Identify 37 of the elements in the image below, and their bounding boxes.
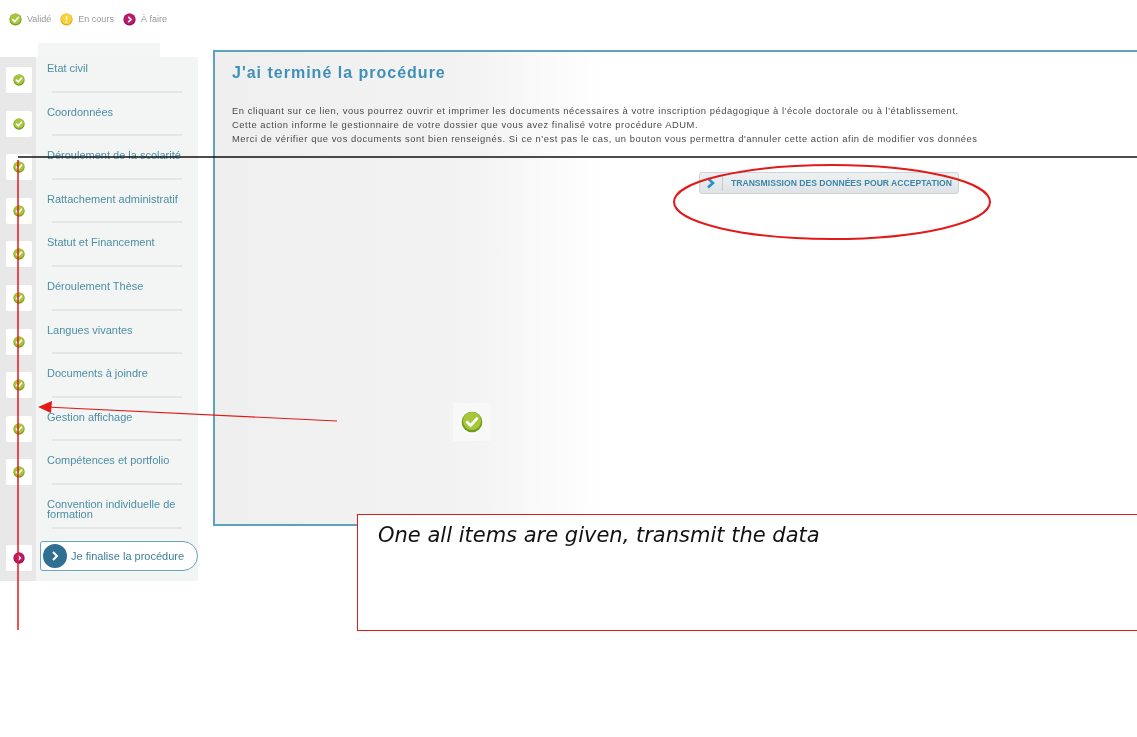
check-icon xyxy=(13,335,25,348)
check-icon xyxy=(13,117,25,130)
step-link[interactable]: Etat civil xyxy=(47,63,198,73)
check-icon xyxy=(13,161,25,174)
check-icon xyxy=(13,379,25,392)
legend-label: À faire xyxy=(140,14,167,24)
chevron-icon xyxy=(49,549,61,562)
check-icon xyxy=(13,291,25,304)
step-link[interactable]: Langues vivantes xyxy=(47,324,198,335)
check-icon xyxy=(13,466,25,479)
check-icon xyxy=(13,74,25,86)
paragraph: Cette action informe le gestionnaire de votre dossier que vous avez finalisé votre procédure ADUM. xyxy=(232,118,700,132)
callout-text: One all items are given, transmit the data xyxy=(378,523,820,547)
step-link[interactable]: Rattachement administratif xyxy=(47,193,198,204)
step-link[interactable]: Coordonnées xyxy=(47,106,198,117)
step-link[interactable]: Déroulement Thèse xyxy=(47,280,198,291)
check-icon xyxy=(13,204,25,217)
step-tab[interactable]: Je finalise la procédure xyxy=(40,540,198,571)
paragraph: En cliquant sur ce lien, vous pourrez ouvrir et imprimer les documents nécessaires à votre inscription pédagogique à l'école doctorale ou à l'établissement. xyxy=(232,104,960,118)
transmit-button[interactable]: TRANSMISSION DES DONNÉES POUR ACCEPTATION xyxy=(699,172,959,194)
chevron-icon xyxy=(706,177,716,189)
check-icon xyxy=(13,248,25,261)
exclamation-icon xyxy=(60,12,74,26)
step-link[interactable]: Gestion affichage xyxy=(47,411,198,422)
step-link[interactable]: Statut et Financement xyxy=(47,237,198,248)
legend-label: Validé xyxy=(27,14,52,24)
check-icon xyxy=(9,12,22,26)
step-link[interactable]: Convention individuelle de formation xyxy=(47,498,198,519)
chevron-icon xyxy=(13,551,25,564)
check-icon xyxy=(13,422,25,435)
step-link[interactable]: Documents à joindre xyxy=(47,368,198,379)
legend-label: En cours xyxy=(78,14,114,24)
chevron-icon xyxy=(122,12,136,26)
paragraph: Merci de vérifier que vos documents sont bien renseignés. Si ce n'est pas le cas, un bouton vous permettra d'annuler cette action afin de modifier vos données xyxy=(232,132,979,146)
step-link[interactable]: Compétences et portfolio xyxy=(47,455,198,466)
check-icon xyxy=(461,411,483,433)
panel-title: J'ai terminé la procédure xyxy=(232,64,447,82)
